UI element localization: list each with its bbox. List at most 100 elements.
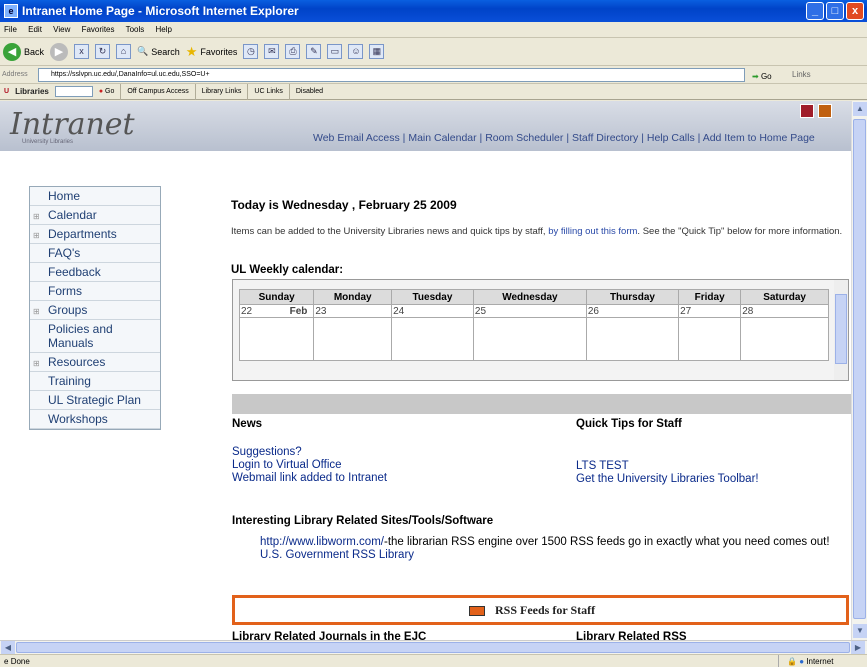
news-item[interactable]: Webmail link added to Intranet: [232, 472, 387, 485]
add-item-link[interactable]: Add Item to Home Page: [703, 132, 815, 144]
sidebar-item[interactable]: Policies and Manuals: [30, 320, 160, 353]
sidebar-item[interactable]: Feedback: [30, 263, 160, 282]
library-go-button[interactable]: ● Go: [99, 84, 115, 100]
sidebar-item-label: Departments: [48, 227, 117, 241]
address-input[interactable]: https://sslvpn.uc.edu/,DanaInfo=ul.uc.ed…: [38, 68, 745, 82]
libraries-menu[interactable]: Libraries: [15, 84, 49, 100]
page-vertical-scrollbar[interactable]: ▲ ▼: [851, 101, 867, 640]
forward-button[interactable]: ▶: [50, 42, 69, 61]
menu-view[interactable]: View: [53, 25, 70, 34]
site-item: U.S. Government RSS Library: [260, 549, 848, 562]
disabled-menu[interactable]: Disabled: [288, 83, 323, 100]
calendar-scroll-thumb[interactable]: [835, 294, 847, 364]
scroll-down-icon[interactable]: ▼: [853, 624, 867, 638]
home-icon[interactable]: ⌂: [116, 44, 132, 59]
news-title: News: [232, 418, 263, 430]
sidebar-item-label: Policies and Manuals: [48, 322, 113, 350]
window-title: Intranet Home Page - Microsoft Internet …: [22, 4, 299, 18]
off-campus-access-link[interactable]: Off Campus Access: [120, 83, 189, 100]
scroll-right-icon[interactable]: ▶: [851, 641, 865, 655]
close-button[interactable]: x: [846, 2, 864, 20]
us-gov-rss-link[interactable]: U.S. Government RSS Library: [260, 549, 414, 561]
library-search-input[interactable]: [54, 86, 93, 97]
back-arrow-icon: ◀: [3, 42, 21, 61]
calendar-scrollbar[interactable]: [834, 280, 848, 380]
mail-icon[interactable]: ✉: [264, 44, 280, 59]
libworm-link[interactable]: http://www.libworm.com/: [260, 536, 384, 548]
menu-file[interactable]: File: [4, 25, 17, 34]
history-icon[interactable]: ◷: [243, 44, 259, 59]
library-icon[interactable]: [818, 104, 832, 118]
calendar-date[interactable]: 28: [740, 304, 829, 318]
sidebar-item-label: Groups: [48, 303, 88, 317]
menu-bar: File Edit View Favorites Tools Help: [0, 22, 867, 38]
calendar-day-cell[interactable]: [472, 317, 587, 361]
sidebar-item[interactable]: ⊞ Resources: [30, 353, 160, 372]
favorites-button[interactable]: ★ Favorites: [186, 44, 238, 60]
research-icon[interactable]: ▦: [369, 44, 385, 59]
intranet-logo[interactable]: Intranet: [10, 107, 135, 142]
menu-favorites[interactable]: Favorites: [82, 25, 115, 34]
room-scheduler-link[interactable]: Room Scheduler: [485, 132, 563, 144]
calendar-day-cell[interactable]: [740, 317, 829, 361]
links-button[interactable]: Links: [792, 66, 811, 84]
scroll-up-icon[interactable]: ▲: [853, 102, 867, 116]
calendar-date[interactable]: 25: [472, 304, 587, 318]
calendar-day-cell[interactable]: [391, 317, 474, 361]
calendar-date[interactable]: 24: [391, 304, 474, 318]
tip-item[interactable]: LTS TEST: [576, 460, 759, 473]
maximize-button[interactable]: □: [826, 2, 844, 20]
sidebar-item[interactable]: FAQ's: [30, 244, 160, 263]
sidebar-item[interactable]: ⊞ Groups: [30, 301, 160, 320]
expand-icon: ⊞: [33, 212, 40, 221]
calendar-month: Feb: [289, 305, 308, 317]
page-scroll-thumb[interactable]: [853, 119, 866, 619]
calendar-date[interactable]: 22 Feb: [238, 304, 315, 318]
sidebar-item[interactable]: UL Strategic Plan: [30, 391, 160, 410]
menu-edit[interactable]: Edit: [28, 25, 42, 34]
menu-help[interactable]: Help: [156, 25, 172, 34]
calendar-date-number: 22: [241, 305, 253, 317]
rss-feeds-box[interactable]: RSS Feeds for Staff: [232, 595, 849, 625]
zone-label: Internet: [806, 657, 834, 666]
scroll-left-icon[interactable]: ◀: [1, 641, 15, 655]
calendar-day-cell[interactable]: [678, 317, 742, 361]
edit-icon[interactable]: ✎: [306, 44, 322, 59]
calendar-day-cell[interactable]: [313, 317, 393, 361]
folder-icon[interactable]: ▭: [327, 44, 343, 59]
uc-seal-icon[interactable]: [800, 104, 814, 118]
staff-directory-link[interactable]: Staff Directory: [572, 132, 638, 144]
go-arrow-icon: ➡: [752, 72, 759, 81]
sidebar-item[interactable]: ⊞ Departments: [30, 225, 160, 244]
page-horizontal-scrollbar[interactable]: ◀ ▶: [0, 640, 867, 655]
sidebar-item[interactable]: Workshops: [30, 410, 160, 429]
library-links-menu[interactable]: Library Links: [194, 83, 241, 100]
calendar-date[interactable]: 27: [678, 304, 742, 318]
sidebar-item[interactable]: ⊞ Calendar: [30, 206, 160, 225]
print-icon[interactable]: ⎙: [285, 44, 301, 59]
messenger-icon[interactable]: ☺: [348, 44, 364, 59]
sites-title: Interesting Library Related Sites/Tools/…: [232, 515, 494, 527]
sidebar-item[interactable]: Home: [30, 187, 160, 206]
web-email-link[interactable]: Web Email Access: [313, 132, 400, 144]
news-item[interactable]: Suggestions?: [232, 446, 387, 459]
menu-tools[interactable]: Tools: [126, 25, 145, 34]
calendar-day-cell[interactable]: [585, 317, 680, 361]
tip-item[interactable]: Get the University Libraries Toolbar!: [576, 473, 759, 486]
minimize-button[interactable]: _: [806, 2, 824, 20]
sidebar-item[interactable]: Training: [30, 372, 160, 391]
calendar-day-cell[interactable]: [238, 317, 315, 361]
help-calls-link[interactable]: Help Calls: [647, 132, 695, 144]
back-button[interactable]: ◀ Back: [3, 42, 44, 61]
calendar-date[interactable]: 23: [313, 304, 393, 318]
search-button[interactable]: 🔍 Search: [137, 46, 180, 57]
stop-icon[interactable]: x: [74, 44, 90, 59]
main-calendar-link[interactable]: Main Calendar: [408, 132, 476, 144]
refresh-icon[interactable]: ↻: [95, 44, 111, 59]
news-item[interactable]: Login to Virtual Office: [232, 459, 387, 472]
uc-links-menu[interactable]: UC Links: [247, 83, 283, 100]
form-link[interactable]: by filling out this form: [548, 226, 637, 237]
sidebar-item[interactable]: Forms: [30, 282, 160, 301]
calendar-date[interactable]: 26: [585, 304, 680, 318]
horizontal-scroll-thumb[interactable]: [16, 642, 850, 653]
